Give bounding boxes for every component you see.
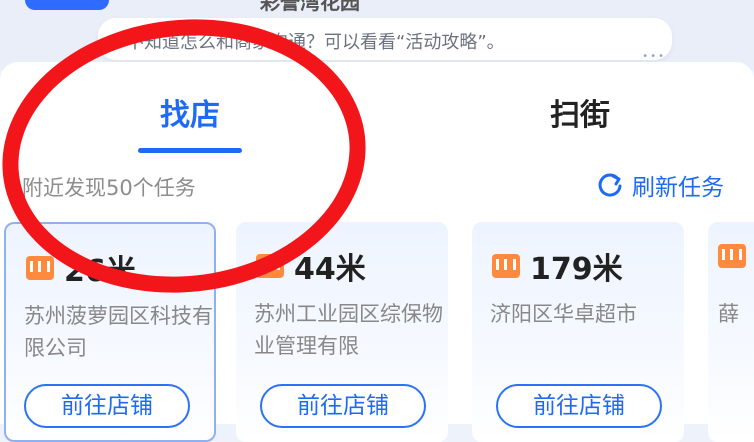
store-card-4[interactable]: 薛 [708, 222, 754, 442]
store-distance-row: 44米 [256, 244, 366, 288]
store-name: 苏州菠萝园区科技有限公司 [24, 304, 213, 360]
tab-active-indicator [138, 148, 242, 153]
tab-find-store[interactable]: 找店 [134, 90, 246, 154]
store-distance-row [718, 244, 746, 268]
shop-icon [492, 254, 520, 278]
location-title: 彩誉湾花园 [260, 0, 360, 14]
tab-find-store-label: 找店 [160, 98, 220, 133]
store-name: 薛 [718, 302, 739, 326]
store-name: 济阳区华卓超市 [490, 302, 637, 326]
store-distance: 26米 [64, 254, 136, 289]
nearby-summary: 附近发现50个任务 [22, 176, 196, 200]
store-distance-row: 26米 [26, 246, 136, 290]
store-distance: 44米 [294, 252, 366, 287]
go-to-store-button[interactable]: 前往店铺 [496, 384, 662, 428]
refresh-icon [598, 173, 622, 197]
shop-icon [718, 244, 746, 268]
top-area: 彩誉湾花园 不知道怎么和商家沟通？可以看看“活动攻略”。 ••• [0, 0, 754, 70]
dots-icon: ••• [642, 51, 666, 62]
tab-scan-street[interactable]: 扫街 [520, 90, 640, 134]
shop-icon [256, 254, 284, 278]
logo-chip [25, 0, 109, 10]
tip-bubble[interactable]: 不知道怎么和商家沟通？可以看看“活动攻略”。 ••• [98, 18, 672, 62]
tip-text: 不知道怎么和商家沟通？可以看看“活动攻略”。 [126, 32, 505, 53]
store-distance-row: 179米 [492, 244, 623, 288]
shop-icon [26, 256, 54, 280]
store-name: 苏州工业园区综保物业管理有限 [254, 302, 443, 358]
go-to-store-button[interactable]: 前往店铺 [260, 384, 426, 428]
go-to-store-button[interactable]: 前往店铺 [24, 384, 190, 428]
task-card: 找店 扫街 附近发现50个任务 刷新任务 26米 苏州菠萝园区科技有限公司 44… [0, 62, 754, 442]
refresh-label: 刷新任务 [632, 175, 724, 201]
tab-bar: 找店 扫街 [0, 62, 754, 156]
store-distance: 179米 [530, 252, 623, 287]
refresh-tasks-button[interactable]: 刷新任务 [596, 168, 724, 202]
